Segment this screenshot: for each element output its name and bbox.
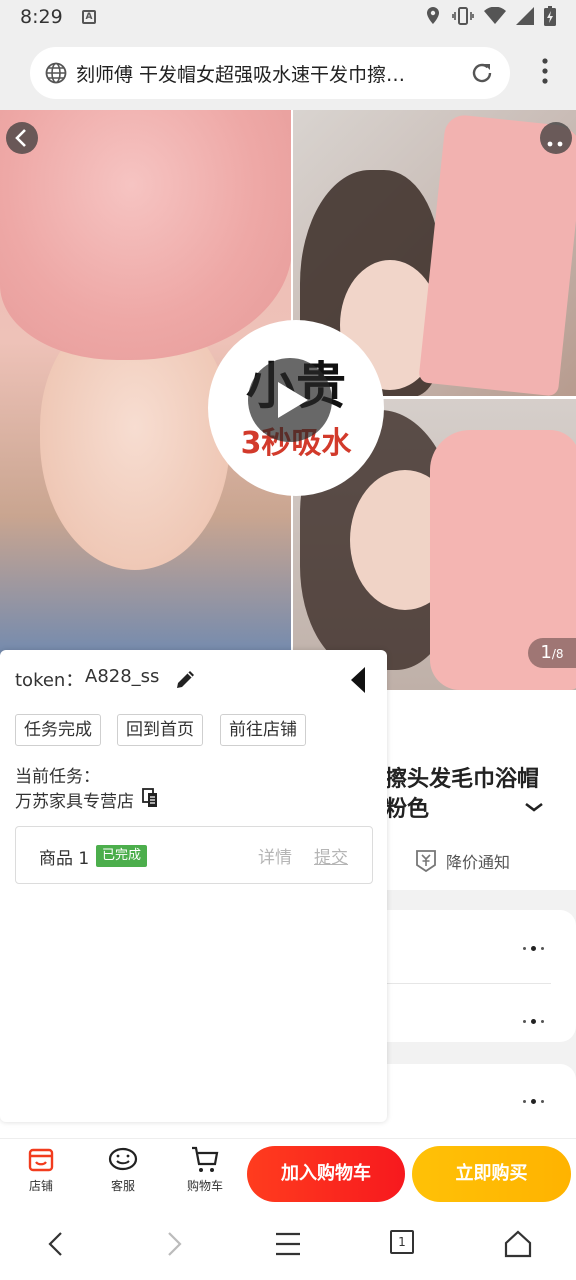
- chevron-left-icon: [15, 129, 26, 147]
- copy-icon[interactable]: [142, 788, 160, 808]
- goods-detail-link[interactable]: 详情: [258, 843, 292, 868]
- cart-label: 购物车: [186, 1179, 223, 1193]
- reviews-more-icon[interactable]: [523, 1099, 544, 1104]
- customer-service-icon: [108, 1147, 138, 1171]
- more-button[interactable]: [540, 122, 572, 154]
- status-icons: [424, 6, 556, 26]
- more-dots-icon: [547, 141, 563, 147]
- service-tab[interactable]: 客服: [93, 1143, 153, 1194]
- price-tag-icon: [416, 850, 436, 873]
- task-done-button[interactable]: 任务完成: [15, 714, 101, 746]
- gallery-counter-current: 1: [540, 642, 552, 663]
- product-title: 擦头发毛巾浴帽 粉色: [385, 767, 540, 822]
- options-separator: [385, 983, 551, 984]
- shop-tab[interactable]: 店铺: [11, 1143, 71, 1194]
- vibrate-icon: [452, 7, 474, 25]
- options-row-1-more-icon[interactable]: [523, 946, 544, 951]
- token-label: token：: [15, 670, 84, 691]
- url-bar[interactable]: 刻师傅 干发帽女超强吸水速干发巾擦…: [30, 47, 510, 99]
- battery-charging-icon: [544, 6, 556, 26]
- url-title: 刻师傅 干发帽女超强吸水速干发巾擦…: [76, 64, 406, 86]
- browser-toolbar: 刻师傅 干发帽女超强吸水速干发巾擦…: [0, 36, 576, 110]
- notification-a-icon: A: [82, 10, 96, 24]
- cart-tab[interactable]: 购物车: [175, 1143, 235, 1194]
- back-button[interactable]: [6, 122, 38, 154]
- goods-row: 商品 1 已完成 详情 提交: [15, 826, 373, 884]
- price-alert-label: 降价通知: [446, 853, 511, 872]
- overflow-menu-icon[interactable]: [542, 58, 548, 84]
- nav-menu-icon[interactable]: [275, 1230, 301, 1258]
- play-icon: [278, 382, 308, 418]
- buy-now-button[interactable]: 立即购买: [412, 1146, 571, 1202]
- product-gallery[interactable]: 小贵 3秒吸水 1/8: [0, 110, 576, 690]
- goods-submit-link[interactable]: 提交: [314, 843, 348, 868]
- signal-icon: [516, 7, 534, 25]
- pencil-edit-icon[interactable]: [174, 667, 198, 691]
- nav-forward-icon[interactable]: [162, 1230, 186, 1258]
- photo-towel-wrap: [0, 110, 292, 360]
- goods-name: 商品 1: [39, 849, 90, 869]
- photo-towel-top-right: [418, 113, 576, 397]
- home-button[interactable]: 回到首页: [117, 714, 203, 746]
- collapse-triangle-icon[interactable]: [350, 666, 366, 694]
- gallery-counter: 1/8: [528, 638, 576, 668]
- location-icon: [427, 7, 439, 24]
- options-row-2-more-icon[interactable]: [523, 1019, 544, 1024]
- gallery-counter-total: /8: [551, 647, 564, 661]
- purchase-action-bar: 店铺 客服 购物车 加入购物车 立即购买: [0, 1138, 576, 1208]
- nav-back-icon[interactable]: [44, 1230, 68, 1258]
- cart-icon: [192, 1146, 219, 1172]
- chevron-down-icon[interactable]: [524, 800, 544, 814]
- current-task-name: 万苏家具专营店: [15, 792, 134, 812]
- service-label: 客服: [110, 1179, 135, 1193]
- nav-tabs-counter[interactable]: 1: [390, 1230, 414, 1254]
- task-helper-panel: token： A828_ss 任务完成 回到首页 前往店铺 当前任务： 万苏家具…: [0, 650, 387, 1122]
- add-to-cart-button[interactable]: 加入购物车: [247, 1146, 405, 1202]
- status-bar: 8:29 A: [0, 0, 576, 36]
- video-play-button[interactable]: [248, 358, 332, 442]
- wifi-icon: [484, 7, 506, 24]
- nav-home-icon[interactable]: [504, 1230, 532, 1258]
- price-alert-button[interactable]: 降价通知: [414, 848, 510, 874]
- status-time: 8:29: [20, 6, 63, 28]
- goods-status-badge: 已完成: [96, 845, 148, 867]
- go-to-shop-button[interactable]: 前往店铺: [220, 714, 306, 746]
- globe-icon: [45, 62, 67, 84]
- shop-icon: [28, 1148, 54, 1172]
- reload-icon[interactable]: [468, 59, 496, 87]
- current-task-label: 当前任务：: [15, 767, 100, 787]
- system-nav-bar: 1: [0, 1208, 576, 1280]
- shop-label: 店铺: [28, 1179, 53, 1193]
- token-value: A828_ss: [85, 666, 160, 687]
